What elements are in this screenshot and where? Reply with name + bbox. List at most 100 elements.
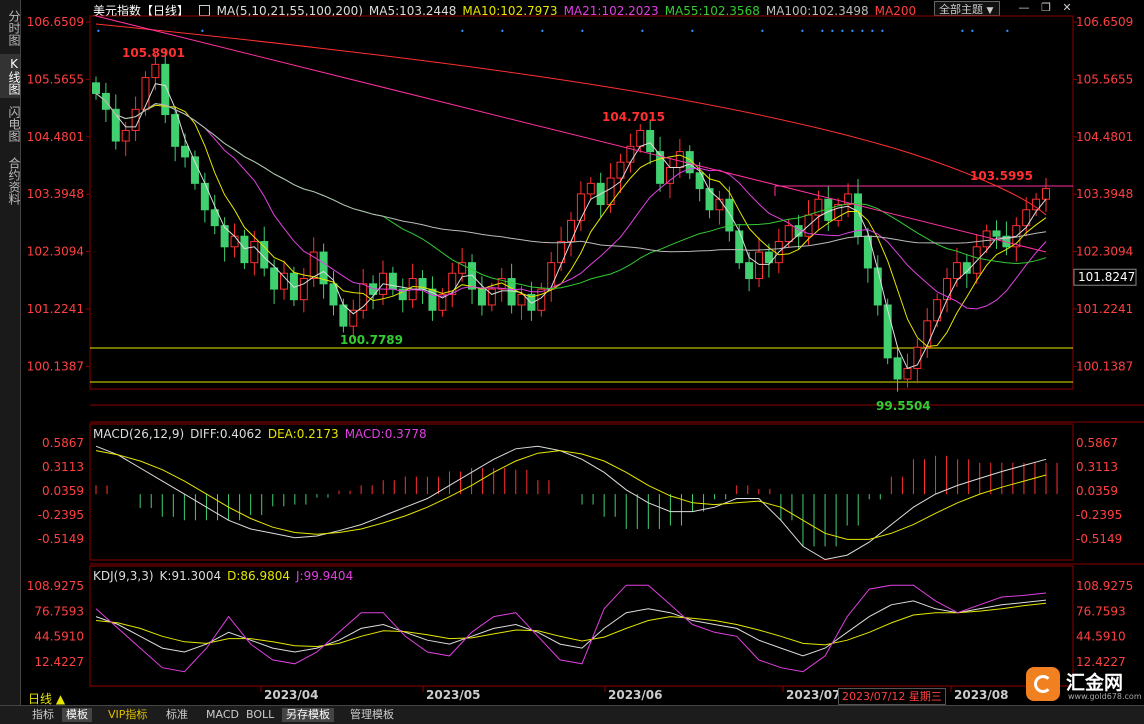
candle-body [388, 272, 397, 290]
signal-dot: • [1005, 27, 1010, 36]
kdj-tick-right: 108.9275 [1076, 579, 1133, 593]
kdj-line [95, 602, 1047, 648]
bottom-toolbar: 指标 模板 VIP指标 标准 MACD BOLL 另存模板 管理模板 [0, 705, 1144, 724]
kdj-d: D:86.9804 [227, 569, 290, 583]
signal-dot: • [690, 27, 695, 36]
signal-dot: • [640, 27, 645, 36]
kdj-k: K:91.3004 [159, 569, 222, 583]
kdj-tick-right: 44.5910 [1076, 630, 1126, 644]
signal-dot: • [840, 27, 845, 36]
candle-body [616, 161, 625, 179]
bottom-tab[interactable]: MACD [202, 708, 243, 722]
signal-dot: • [960, 27, 965, 36]
ma-lines: • • • • • • • • • • • • • • • • • • • • [95, 15, 1047, 370]
price-tick-right: 104.4801 [1076, 130, 1133, 144]
candle-body [745, 262, 754, 280]
macd-diff: DIFF:0.4062 [190, 427, 262, 441]
ma-line [95, 93, 1047, 290]
candle-body [784, 225, 793, 243]
candle-body [270, 267, 279, 290]
candle-body [171, 114, 180, 147]
logo: 汇金网 www.gold678.com [1024, 664, 1144, 704]
candle-body [458, 262, 467, 274]
logo-icon-inner [1034, 675, 1052, 693]
kdj-tick-left: 108.9275 [27, 579, 84, 593]
signal-dot: • [970, 27, 975, 36]
candle-body [883, 304, 892, 359]
candle-body [477, 288, 486, 306]
kdj-line [95, 584, 1047, 673]
date-label: 2023/06 [608, 688, 662, 702]
candle-body [141, 77, 150, 110]
current-price: 101.8247 [1078, 270, 1135, 284]
logo-url: www.gold678.com [1068, 692, 1142, 701]
price-tick-left: 104.4801 [27, 130, 84, 144]
kdj-panel: 108.9275 108.9275 76.7593 76.7593 44.5910 44.… [27, 579, 1133, 673]
price-tick-right: 101.2241 [1076, 302, 1133, 316]
macd-tick-right: -0.5149 [1076, 532, 1122, 546]
candle-body [151, 63, 160, 79]
candles [92, 49, 1050, 392]
signal-dot: • [880, 27, 885, 36]
macd-tick-right: -0.2395 [1076, 508, 1122, 522]
candle-body [992, 230, 1001, 237]
signal-dot: • [460, 27, 465, 36]
candle-body [636, 129, 645, 147]
macd-frame [89, 423, 1074, 561]
price-annotation: 104.7015 [602, 110, 665, 124]
candle-body [893, 357, 902, 380]
price-annotation: 103.5995 [970, 169, 1033, 183]
macd-tick-left: 0.3113 [42, 460, 84, 474]
kdj-line [95, 599, 1047, 657]
macd-tick-left: -0.2395 [38, 508, 84, 522]
bottom-tab[interactable]: 管理模板 [346, 708, 398, 722]
bottom-tab[interactable]: 标准 [162, 708, 192, 722]
candle-body [517, 293, 526, 306]
signal-dot: • [760, 27, 765, 36]
bottom-tab[interactable]: 模板 [62, 708, 92, 722]
candle-body [923, 320, 932, 348]
kdj-tick-left: 44.5910 [34, 630, 84, 644]
kdj-frame [89, 565, 1074, 687]
candle-body [200, 182, 209, 211]
candle-body [982, 230, 991, 248]
candle-body [487, 288, 496, 306]
price-annotation: 105.8901 [122, 46, 185, 60]
signal-dot: • [800, 27, 805, 36]
price-tick-right: 106.6509 [1076, 15, 1133, 29]
bottom-tab[interactable]: 另存模板 [282, 708, 334, 722]
price-tick-left: 106.6509 [27, 15, 84, 29]
kdj-tick-left: 12.4227 [34, 655, 84, 669]
signal-dot: • [96, 27, 101, 36]
candle-body [903, 367, 912, 380]
macd-line [95, 445, 1047, 561]
macd-legend: MACD(26,12,9) DIFF:0.4062 DEA:0.2173 MACD:0… [93, 427, 433, 441]
candle-body [646, 129, 655, 153]
price-tick-left: 102.3094 [27, 245, 84, 259]
macd-dea: DEA:0.2173 [267, 427, 339, 441]
candle-body [735, 230, 744, 264]
macd-line [95, 450, 1047, 540]
signal-dot: • [580, 27, 585, 36]
candle-body [92, 82, 100, 94]
signal-dot: • [830, 27, 835, 36]
macd-tick-left: 0.0359 [42, 484, 84, 498]
candle-body [715, 198, 724, 211]
candle-body [220, 225, 229, 248]
bottom-tab[interactable]: VIP指标 [104, 708, 151, 722]
signal-dot: • [540, 27, 545, 36]
bottom-tab[interactable]: 指标 [28, 708, 58, 722]
candle-body [567, 219, 575, 243]
ma-line [95, 93, 1047, 310]
price-tick-right: 105.5655 [1076, 72, 1133, 86]
kdj-legend: KDJ(9,3,3) K:91.3004 D:86.9804 J:99.9404 [93, 569, 359, 583]
candle-body [1042, 188, 1050, 200]
candle-body [240, 235, 249, 264]
price-chart[interactable]: 106.6509 106.6509 105.5655 105.5655 104.4801… [0, 0, 1144, 705]
signal-dot: • [860, 27, 865, 36]
candle-body [873, 267, 882, 306]
candle-body [280, 272, 289, 290]
bottom-tab[interactable]: BOLL [242, 708, 278, 722]
signal-dot: • [870, 27, 875, 36]
candle-body [952, 262, 961, 280]
